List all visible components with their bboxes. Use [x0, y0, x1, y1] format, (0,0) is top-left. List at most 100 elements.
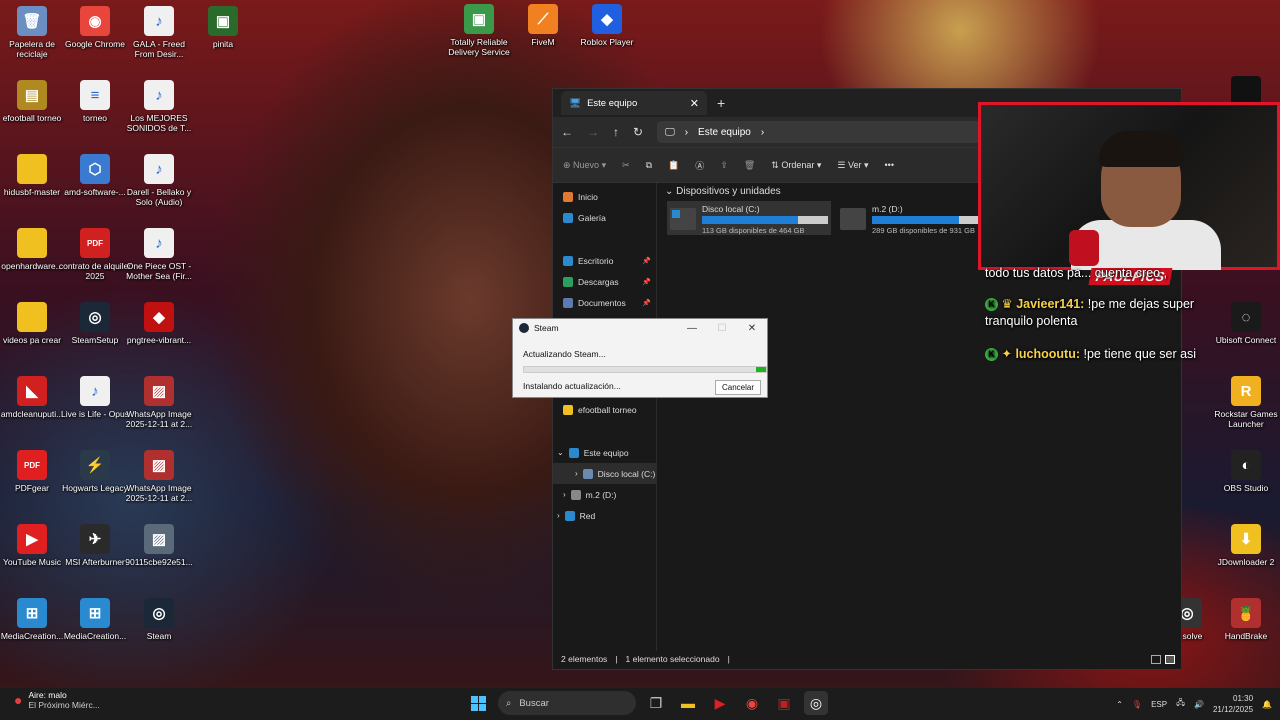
sidebar-item[interactable]: Descargas 📌 [553, 271, 657, 292]
desktop-icon[interactable]: ◎ Steam [122, 598, 196, 641]
chevron-down-icon[interactable]: ⌄ [557, 448, 564, 457]
forward-arrow-icon[interactable]: → [587, 125, 599, 139]
chevron-right-icon[interactable]: › [557, 511, 560, 520]
sidebar-item[interactable]: ⌄ Este equipo [553, 442, 657, 463]
sidebar-item-label: Inicio [578, 191, 598, 202]
youtube-music-icon: ▶ [17, 524, 47, 554]
sort-button[interactable]: ⇅ Ordenar ▾ [771, 160, 821, 171]
close-tab-icon[interactable]: ✕ [690, 97, 699, 110]
notifications-icon[interactable]: 🔔 [1262, 700, 1272, 709]
desktop-icon[interactable]: ▨ WhatsApp Image 2025-12-11 at 2... [122, 376, 196, 429]
chevron-up-icon[interactable]: ⌃ [1116, 700, 1123, 709]
back-arrow-icon[interactable]: ← [561, 125, 573, 139]
delete-icon[interactable]: 🗑 [744, 160, 755, 171]
desktop-icon-label: SteamSetup [71, 335, 119, 345]
youtube-music-taskbar-icon[interactable]: ▶ [708, 691, 732, 715]
desktop-icon-label: Darell - Bellako y Solo (Audio) [126, 187, 192, 207]
desktop-icon[interactable]: ♪ One Piece OST - Mother Sea (Fir... [122, 228, 196, 281]
desktop-icon-label: OBS Studio [1223, 483, 1269, 493]
desktop-icon[interactable]: ♪ Darell - Bellako y Solo (Audio) [122, 154, 196, 207]
desktop-icon-label: Roblox Player [580, 37, 634, 47]
devices-section-header[interactable]: ⌄ Dispositivos y unidades [665, 186, 781, 197]
desktop-icon[interactable]: PDF contrato de alquiler 2025 [58, 228, 132, 281]
share-icon[interactable]: ⇪ [720, 160, 728, 171]
desktop-icon[interactable]: ◆ Roblox Player [570, 4, 644, 47]
more-options-icon[interactable]: ••• [885, 160, 894, 170]
sidebar-item[interactable]: › Red [553, 505, 657, 526]
network-icon[interactable]: 🖧 [1176, 697, 1185, 711]
sidebar-item-label: Descargas [578, 276, 619, 287]
details-view-icon[interactable] [1151, 654, 1161, 664]
desktop-icon[interactable]: ◉ Google Chrome [58, 6, 132, 49]
drive-c[interactable]: Disco local (C:) 113 GB disponibles de 4… [667, 201, 831, 235]
steam-taskbar-icon[interactable]: ◎ [804, 691, 828, 715]
steam-icon: ◎ [144, 598, 174, 628]
desktop-icon-label: contrato de alquiler 2025 [58, 261, 132, 281]
chevron-right-icon[interactable]: › [575, 469, 578, 478]
desktop-icon[interactable]: ▨ WhatsApp Image 2025-12-11 at 2... [122, 450, 196, 503]
desktop-icon[interactable]: ⬡ amd-software-... [58, 154, 132, 197]
sidebar-item[interactable]: Inicio [553, 186, 657, 207]
desktop-icon[interactable]: ◆ pngtree-vibrant... [122, 302, 196, 345]
view-button[interactable]: ☰ Ver ▾ [837, 160, 868, 171]
sidebar-item-label: Galería [578, 212, 606, 223]
desktop-icon-label: Google Chrome [64, 39, 125, 49]
cut-icon[interactable]: ✂ [622, 160, 630, 171]
sidebar-item[interactable]: Documentos 📌 [553, 292, 657, 313]
weather-widget[interactable]: ● Aire: malo El Próximo Miérc... [14, 690, 100, 710]
sidebar-item-label: Red [579, 510, 596, 521]
rename-icon[interactable]: Ⓐ [695, 159, 704, 172]
desktop-icon[interactable]: ▨ 90115cbe92e51... [122, 524, 196, 567]
drive-d[interactable]: m.2 (D:) 289 GB disponibles de 931 GB [837, 201, 1001, 235]
gallery-icon [563, 212, 573, 223]
sidebar-item[interactable]: Galería [553, 207, 657, 228]
desktop-icon[interactable]: ◐ OBS Studio [1209, 450, 1280, 493]
steam-logo-icon [519, 323, 529, 333]
taskbar-search[interactable]: ⌕ Buscar [498, 691, 636, 715]
desktop-icon[interactable]: ◎ SteamSetup [58, 302, 132, 345]
cancel-button[interactable]: Cancelar [715, 380, 761, 395]
sidebar-item[interactable]: Escritorio 📌 [553, 250, 657, 271]
desktop-icon[interactable]: ⊞ MediaCreation... [58, 598, 132, 641]
desktop-icon[interactable]: ⬇ JDownloader 2 [1209, 524, 1280, 567]
paste-icon[interactable]: 📋 [668, 160, 679, 171]
close-icon[interactable]: ✕ [737, 323, 767, 334]
desktop-icon[interactable]: ▣ Totally Reliable Delivery Service [442, 4, 516, 57]
pin-icon: 📌 [642, 278, 651, 286]
desktop-icon[interactable]: 🍍 HandBrake [1209, 598, 1280, 641]
microphone-icon[interactable]: 🎙 [1132, 700, 1142, 709]
tiles-view-icon[interactable] [1165, 654, 1175, 664]
file-explorer-taskbar-icon[interactable]: ▬ [676, 691, 700, 715]
app-taskbar-icon[interactable]: ▣ [772, 691, 796, 715]
minimize-icon[interactable]: — [677, 323, 707, 334]
explorer-tab[interactable]: 🖥 Este equipo ✕ [561, 91, 707, 115]
desktop-icon[interactable]: R Rockstar Games Launcher [1209, 376, 1280, 429]
desktop-icon[interactable]: ⟋ FiveM [506, 4, 580, 47]
sidebar-item[interactable]: › Disco local (C:) [553, 463, 657, 484]
desktop-icon[interactable]: ✈ MSI Afterburner [58, 524, 132, 567]
task-view-icon[interactable]: ❐ [644, 691, 668, 715]
desktop-icon[interactable]: ≡ torneo [58, 80, 132, 123]
new-tab-button[interactable]: + [717, 95, 725, 111]
copy-icon[interactable]: ⧉ [646, 160, 652, 171]
sidebar-item[interactable]: efootball torneo [553, 399, 657, 420]
desktop-icon[interactable]: ♪ GALA - Freed From Desir... [122, 6, 196, 59]
obs-icon: ◐ [1231, 450, 1261, 480]
maximize-icon[interactable]: ☐ [707, 323, 737, 334]
sidebar-item[interactable]: › m.2 (D:) [553, 484, 657, 505]
desktop-icon[interactable]: ♪ Live is Life - Opus [58, 376, 132, 419]
start-button[interactable] [466, 691, 490, 715]
volume-icon[interactable]: 🔊 [1194, 700, 1204, 709]
desktop-icon[interactable]: ▣ pinita [186, 6, 260, 49]
clock[interactable]: 01:30 21/12/2025 [1213, 693, 1253, 715]
up-arrow-icon[interactable]: ↑ [613, 125, 619, 139]
refresh-icon[interactable]: ↻ [633, 125, 643, 139]
new-button[interactable]: ⊕ Nuevo ▾ [563, 160, 606, 171]
language-indicator[interactable]: ESP [1151, 700, 1167, 709]
chevron-right-icon[interactable]: › [563, 490, 566, 499]
chrome-icon: ◉ [80, 6, 110, 36]
sidebar-item-label: m.2 (D:) [585, 489, 617, 500]
desktop-icon[interactable]: ♪ Los MEJORES SONIDOS de T... [122, 80, 196, 133]
chrome-taskbar-icon[interactable]: ◉ [740, 691, 764, 715]
desktop-icon[interactable]: ⚡ Hogwarts Legacy [58, 450, 132, 493]
